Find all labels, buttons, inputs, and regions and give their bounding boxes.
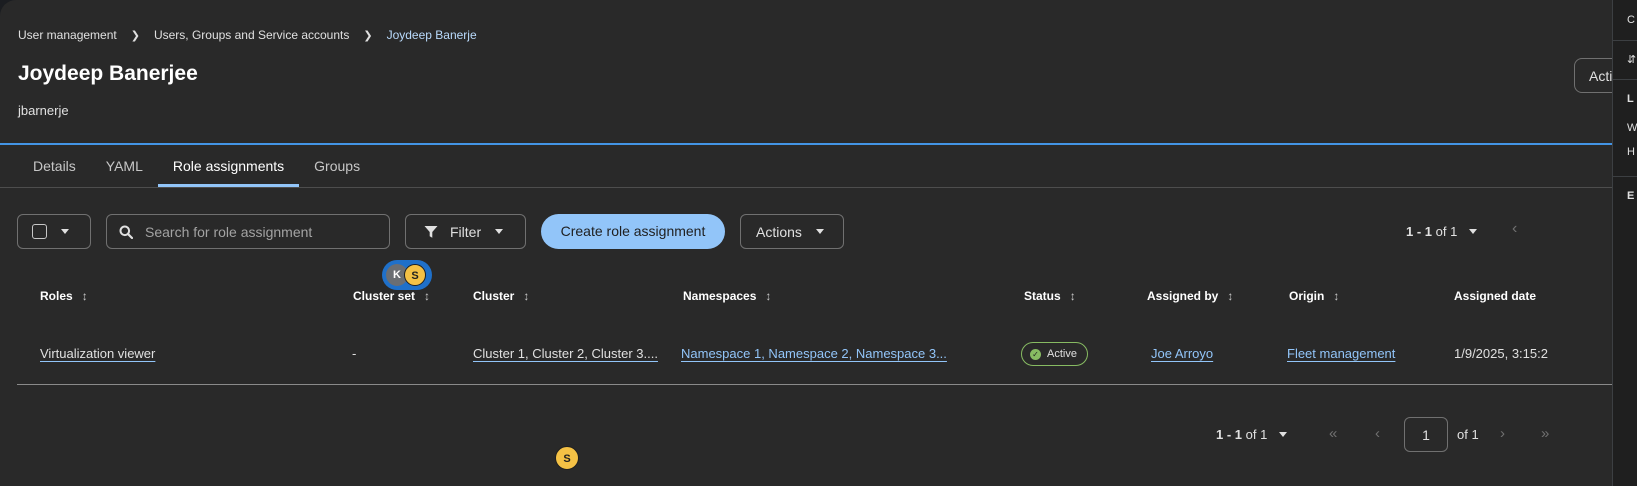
search-box	[106, 214, 390, 249]
page-number-input[interactable]	[1404, 417, 1448, 452]
pagination-bottom-toggle[interactable]: 1 - 1 of 1	[1216, 427, 1288, 442]
previous-page-icon[interactable]: ‹	[1375, 425, 1380, 442]
sort-icon: ↕	[81, 289, 88, 303]
column-label: Assigned by	[1147, 289, 1219, 303]
sort-icon: ↕	[1069, 289, 1076, 303]
breadcrumb-user-management[interactable]: User management	[18, 28, 117, 42]
side-drawer: C ⇵ L W H E	[1612, 0, 1637, 486]
filter-label: Filter	[450, 223, 482, 240]
tab-bar: Details YAML Role assignments Groups	[18, 146, 375, 187]
next-page-icon[interactable]: ›	[1500, 425, 1505, 442]
namespaces-link[interactable]: Namespace 1, Namespace 2, Namespace 3...	[681, 346, 947, 361]
check-circle-icon: ✓	[1030, 348, 1041, 360]
filter-icon	[424, 225, 438, 238]
first-page-icon[interactable]: «	[1329, 425, 1337, 442]
bulk-select-dropdown[interactable]	[17, 214, 91, 249]
pagination-total: 1	[1450, 224, 1458, 239]
column-header-origin[interactable]: Origin ↕	[1289, 289, 1339, 303]
drawer-item: H	[1627, 146, 1635, 158]
breadcrumb-users-groups[interactable]: Users, Groups and Service accounts	[154, 28, 349, 42]
column-header-roles[interactable]: Roles ↕	[40, 289, 88, 303]
header-divider	[0, 143, 1612, 145]
pagination-range: 1 - 1	[1406, 224, 1433, 239]
pagination-of: of	[1245, 427, 1257, 442]
column-label: Status	[1024, 289, 1061, 303]
chevron-right-icon: ❯	[130, 29, 140, 42]
column-label: Cluster	[473, 289, 515, 303]
column-header-assigned-date[interactable]: Assigned date	[1454, 289, 1536, 303]
column-header-cluster[interactable]: Cluster ↕	[473, 289, 529, 303]
caret-down-icon	[815, 229, 824, 234]
row-divider	[17, 384, 1612, 385]
role-link[interactable]: Virtualization viewer	[40, 346, 155, 361]
header-actions-button[interactable]: Actions	[1574, 58, 1612, 93]
main-panel: User management ❯ Users, Groups and Serv…	[0, 0, 1612, 486]
column-header-status[interactable]: Status ↕	[1024, 289, 1076, 303]
status-badge: ✓ Active	[1021, 342, 1088, 366]
column-header-assigned-by[interactable]: Assigned by ↕	[1147, 289, 1233, 303]
avatar: S	[555, 446, 579, 470]
tab-yaml[interactable]: YAML	[91, 146, 158, 187]
caret-down-icon	[495, 229, 504, 234]
header-actions-label: Actions	[1589, 68, 1612, 84]
drawer-item: E	[1627, 190, 1635, 202]
column-header-cluster-set[interactable]: Cluster set ↕	[353, 289, 430, 303]
actions-dropdown[interactable]: Actions	[740, 214, 844, 249]
collaborator-avatar-group: K S	[382, 260, 432, 290]
caret-down-icon	[61, 229, 69, 234]
pagination-total: 1	[1260, 427, 1268, 442]
pagination-of: of	[1435, 224, 1447, 239]
cluster-link[interactable]: Cluster 1, Cluster 2, Cluster 3....	[473, 346, 658, 361]
total-pages-label: of 1	[1457, 427, 1479, 442]
breadcrumb: User management ❯ Users, Groups and Serv…	[18, 28, 477, 42]
sort-icon: ↕	[765, 289, 772, 303]
tabs-divider	[0, 187, 1612, 188]
sort-icon: ↕	[1333, 289, 1340, 303]
chevron-right-icon: ❯	[363, 29, 373, 42]
page-subtitle: jbarnerje	[18, 103, 69, 118]
assigned-by-link[interactable]: Joe Arroyo	[1151, 346, 1213, 361]
drawer-divider	[1613, 176, 1637, 177]
column-header-namespaces[interactable]: Namespaces ↕	[683, 289, 771, 303]
drawer-item[interactable]: ⇵	[1627, 53, 1636, 66]
column-label: Origin	[1289, 289, 1325, 303]
cluster-set-value: -	[352, 346, 357, 361]
sort-icon: ↕	[424, 289, 431, 303]
column-label: Namespaces	[683, 289, 757, 303]
breadcrumb-current-user: Joydeep Banerje	[386, 28, 477, 42]
pagination-range: 1 - 1	[1216, 427, 1243, 442]
filter-button[interactable]: Filter	[405, 214, 526, 249]
sort-icon: ↕	[523, 289, 530, 303]
caret-down-icon	[1469, 229, 1478, 234]
caret-down-icon	[1279, 432, 1288, 437]
sort-icon: ↕	[1227, 289, 1234, 303]
tab-details[interactable]: Details	[18, 146, 91, 187]
last-page-icon[interactable]: »	[1541, 425, 1549, 442]
tab-role-assignments[interactable]: Role assignments	[157, 146, 300, 187]
status-label: Active	[1047, 348, 1077, 360]
column-label: Assigned date	[1454, 289, 1537, 303]
drawer-item: W	[1627, 122, 1637, 134]
tab-groups[interactable]: Groups	[299, 146, 375, 187]
drawer-item[interactable]: C	[1627, 14, 1635, 26]
origin-link[interactable]: Fleet management	[1287, 346, 1395, 361]
column-label: Cluster set	[353, 289, 416, 303]
search-icon	[119, 225, 133, 239]
search-input[interactable]	[143, 222, 387, 241]
assigned-date-value: 1/9/2025, 3:15:2	[1454, 346, 1548, 361]
previous-page-icon[interactable]: ‹	[1512, 220, 1517, 238]
column-label: Roles	[40, 289, 73, 303]
drawer-divider	[1613, 40, 1637, 41]
create-role-assignment-button[interactable]: Create role assignment	[541, 214, 725, 249]
drawer-item: L	[1627, 93, 1634, 105]
pagination-top-toggle[interactable]: 1 - 1 of 1	[1406, 224, 1478, 239]
select-all-checkbox[interactable]	[32, 224, 47, 239]
drawer-divider	[1613, 79, 1637, 80]
avatar: S	[404, 264, 426, 286]
actions-label: Actions	[756, 223, 802, 240]
page-title: Joydeep Banerjee	[18, 62, 198, 85]
